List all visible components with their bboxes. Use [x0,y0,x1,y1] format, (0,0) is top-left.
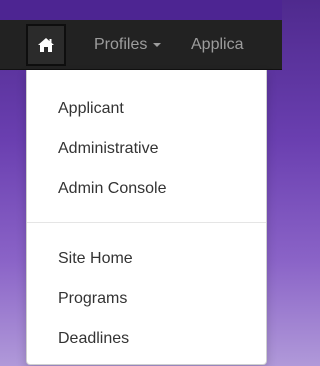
menu-item-admin-console[interactable]: Admin Console [58,179,167,199]
profiles-label: Profiles [94,36,148,53]
menu-item-administrative[interactable]: Administrative [58,139,158,159]
nav-item-applicant[interactable]: Applica [191,36,243,54]
menu-item-deadlines[interactable]: Deadlines [58,329,129,349]
profiles-menu-toggle[interactable]: Profiles [94,36,162,54]
home-button[interactable] [26,24,66,66]
menu-divider [27,222,266,223]
nav-item-applicant-label: Applica [191,36,244,53]
home-icon [37,37,55,53]
page-header-band [0,0,282,20]
menu-item-site-home[interactable]: Site Home [58,249,133,269]
caret-down-icon [153,42,162,47]
profiles-dropdown-menu: Applicant Administrative Admin Console S… [26,70,267,365]
menu-item-applicant[interactable]: Applicant [58,99,124,119]
top-navbar: Profiles Applica [0,20,282,70]
menu-item-programs[interactable]: Programs [58,289,127,309]
